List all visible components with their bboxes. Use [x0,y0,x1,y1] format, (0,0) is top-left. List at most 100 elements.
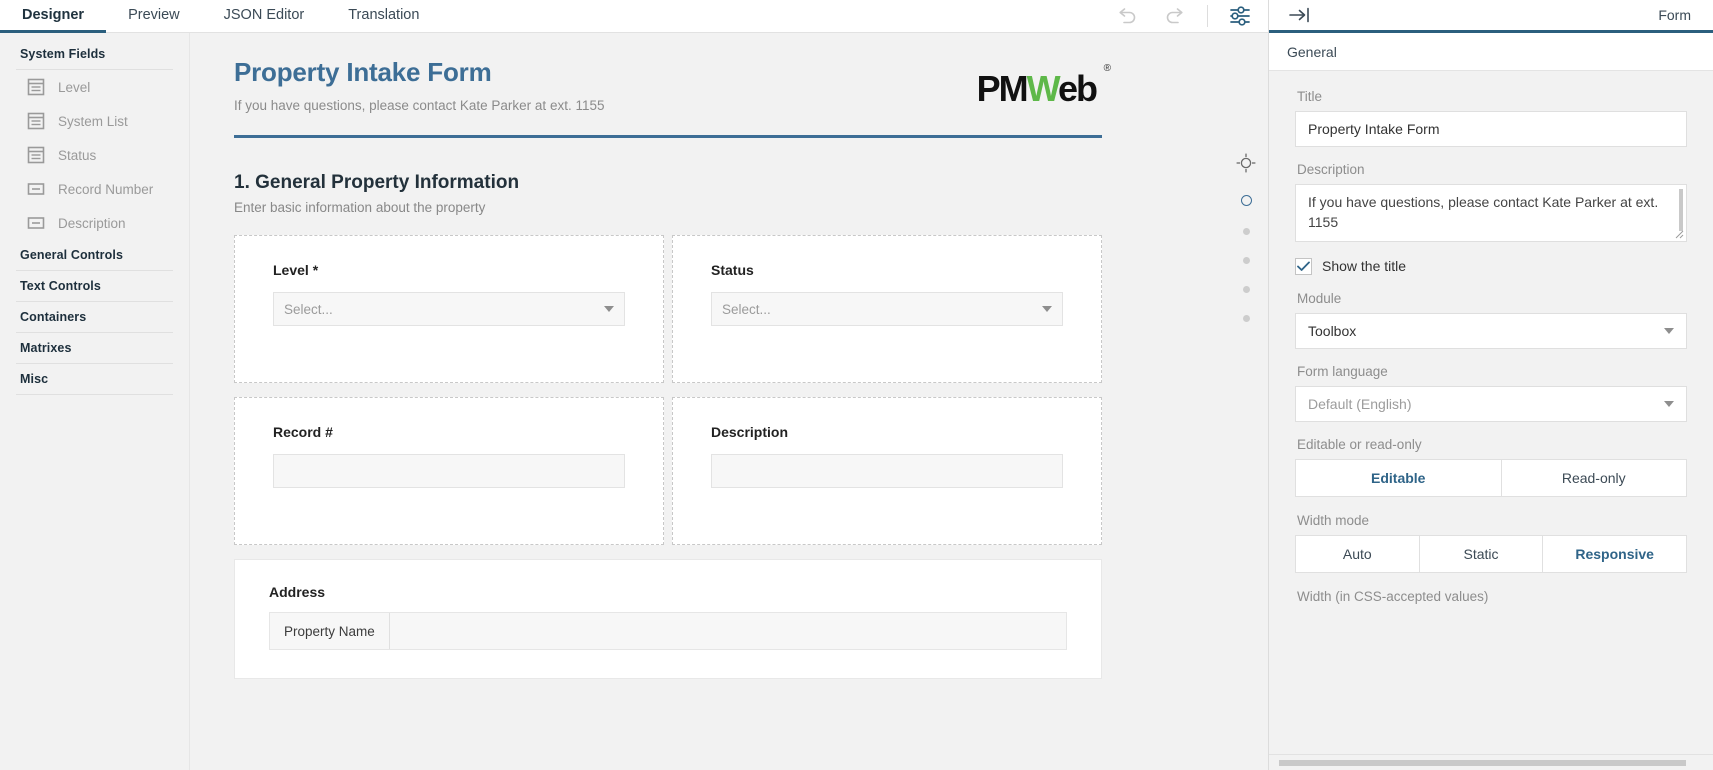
field-label-record-number: Record # [273,424,333,440]
toolbar-divider [1207,5,1208,27]
properties-tab-bar: General [1269,33,1713,71]
width-mode-auto-option[interactable]: Auto [1295,534,1420,573]
tab-translation-label: Translation [348,7,420,23]
sidebar-item-description[interactable]: Description [0,206,189,240]
sidebar-item-status-label: Status [58,147,97,163]
checkmark-icon [1297,261,1310,271]
address-label: Address [269,584,326,600]
sliders-settings-icon [1230,6,1250,26]
editable-readonly-label: Editable or read-only [1297,436,1422,452]
checkbox-box [1295,257,1312,275]
sidebar-group-misc[interactable]: Misc [0,364,189,394]
status-select[interactable]: Select... [711,292,1063,326]
description-input[interactable] [711,454,1063,488]
field-cell-level[interactable]: Level * Select... [234,235,664,383]
page-marker[interactable] [1242,286,1250,293]
sidebar-group-matrixes[interactable]: Matrixes [0,333,189,363]
redo-icon [1166,8,1183,24]
sidebar-item-level-label: Level [58,79,91,95]
horizontal-scrollbar[interactable] [1279,759,1687,766]
description-textarea-value: If you have questions, please contact Ka… [1308,194,1659,230]
sidebar-item-status[interactable]: Status [0,138,189,172]
address-column-property-name[interactable]: Property Name [270,613,390,649]
properties-panel-header: Form [1269,0,1713,33]
text-field-icon [27,217,45,229]
level-select[interactable]: Select... [273,292,625,326]
title-field-label: Title [1297,89,1323,104]
tab-translation[interactable]: Translation [326,0,441,33]
form-sheet: Property Intake Form If you have questio… [212,33,1124,679]
chevron-down-icon [604,306,614,312]
form-language-select[interactable]: Default (English) [1295,385,1687,422]
page-marker[interactable] [1242,315,1250,322]
field-cell-record-number[interactable]: Record # [234,397,664,545]
undo-icon [1119,8,1136,24]
module-select-value: Toolbox [1308,322,1357,339]
record-number-input[interactable] [273,454,625,488]
undo-button[interactable] [1103,0,1151,32]
sidebar-item-record-number[interactable]: Record Number [0,172,189,206]
address-grid-header: Property Name [269,612,1067,650]
designer-main-area: Designer Preview JSON Editor Translation [0,0,1268,770]
sidebar-group-system-fields[interactable]: System Fields [0,39,189,69]
registered-trademark-icon: ® [1103,63,1111,74]
page-marker-selected[interactable] [1240,195,1252,206]
chevron-down-icon [1664,400,1674,407]
tab-list: Designer Preview JSON Editor Translation [0,0,441,33]
sidebar-group-text-controls[interactable]: Text Controls [0,271,189,301]
resize-grip-icon[interactable] [1675,230,1684,239]
form-designer-app: Designer Preview JSON Editor Translation [0,0,1713,770]
top-tab-bar: Designer Preview JSON Editor Translation [0,0,1268,33]
sidebar-item-level[interactable]: Level [0,70,189,104]
readonly-option[interactable]: Read-only [1501,458,1687,497]
editable-option[interactable]: Editable [1295,458,1502,497]
field-cell-status[interactable]: Status Select... [672,235,1102,383]
form-settings-button[interactable] [1216,0,1264,32]
width-mode-segmented-control: Auto Static Responsive [1295,534,1688,573]
description-textarea[interactable]: If you have questions, please contact Ka… [1295,184,1687,242]
module-field-label: Module [1297,290,1342,306]
section-heading: 1. General Property Information [234,172,520,193]
list-field-icon [27,146,45,164]
width-mode-responsive-option[interactable]: Responsive [1543,534,1688,573]
tab-preview[interactable]: Preview [106,0,202,33]
tab-general[interactable]: General [1287,44,1337,60]
sidebar-item-system-list[interactable]: System List [0,104,189,138]
topbar-actions [1103,0,1268,32]
properties-panel-body: Title Property Intake Form Description I… [1269,71,1713,754]
status-select-placeholder: Select... [722,301,771,317]
field-cell-description[interactable]: Description [672,397,1102,545]
title-input-value: Property Intake Form [1308,121,1440,137]
page-marker-rail [1224,33,1268,770]
list-field-icon [27,78,45,96]
target-crosshair-icon[interactable] [1236,153,1256,173]
form-section-general: 1. General Property Information Enter ba… [212,138,1124,679]
list-field-icon [27,112,45,130]
title-input[interactable]: Property Intake Form [1295,111,1687,147]
sidebar-group-containers[interactable]: Containers [0,302,189,332]
width-css-label: Width (in CSS-accepted values) [1297,588,1489,604]
form-header-text: Property Intake Form If you have questio… [234,57,604,113]
page-marker[interactable] [1242,228,1250,235]
width-mode-static-option[interactable]: Static [1419,534,1544,573]
redo-button[interactable] [1151,0,1199,32]
field-label-description: Description [711,424,789,440]
tab-designer-label: Designer [22,7,85,23]
text-field-icon [27,183,45,195]
sidebar-group-general-controls[interactable]: General Controls [0,240,189,270]
sidebar-item-description-label: Description [58,215,126,231]
collapse-panel-right-icon [1289,7,1309,23]
tab-designer[interactable]: Designer [0,0,107,33]
address-panel[interactable]: Address Property Name [234,559,1102,679]
tab-json-editor[interactable]: JSON Editor [202,0,327,33]
field-label-status: Status [711,262,754,278]
collapse-panel-button[interactable] [1287,5,1313,25]
tab-json-editor-label: JSON Editor [223,7,305,23]
sidebar-item-record-number-label: Record Number [58,181,154,197]
textarea-scrollbar[interactable] [1679,189,1683,231]
module-select[interactable]: Toolbox [1295,312,1687,349]
description-field-label: Description [1297,162,1365,177]
show-title-checkbox[interactable]: Show the title [1295,257,1687,275]
properties-panel-footer [1269,754,1713,770]
page-marker[interactable] [1242,257,1250,264]
